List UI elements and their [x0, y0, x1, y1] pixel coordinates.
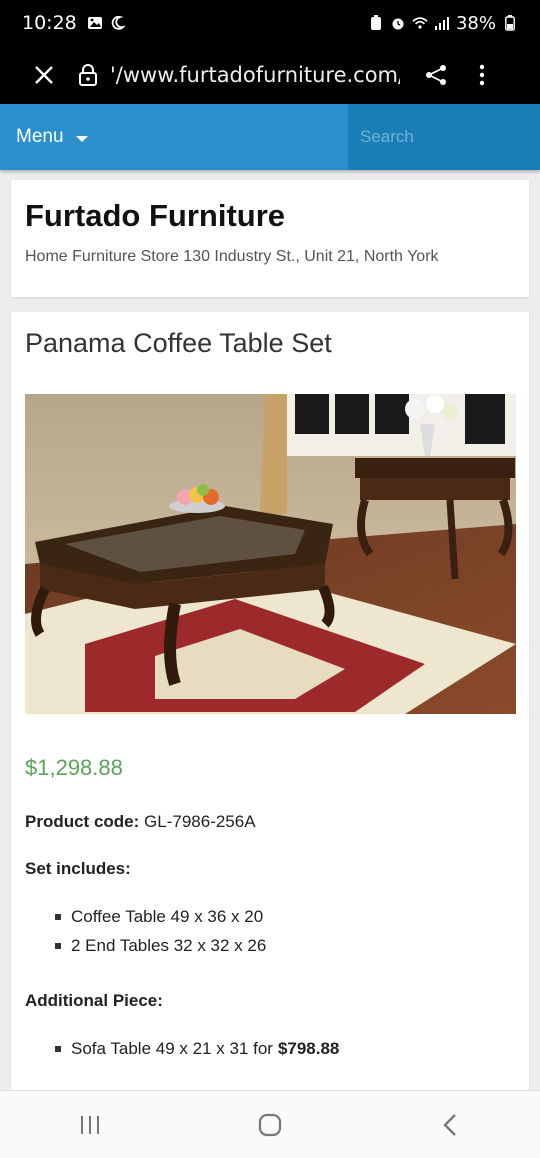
- list-item-text: Sofa Table 49 x 21 x 31 for: [71, 1038, 273, 1058]
- bullet-icon: [55, 942, 61, 949]
- product-title: Panama Coffee Table Set: [25, 328, 332, 358]
- product-code-label: Product code:: [25, 812, 140, 831]
- menu-button[interactable]: Menu: [0, 104, 348, 170]
- bullet-icon: [55, 1045, 61, 1052]
- wifi-icon: [412, 15, 428, 31]
- additional-item-price: $798.88: [277, 1038, 340, 1058]
- moon-icon: [109, 15, 125, 31]
- site-header-card: Furtado Furniture Home Furniture Store 1…: [11, 180, 529, 297]
- battery-percent: 38%: [455, 12, 496, 34]
- signal-icon: [434, 15, 450, 31]
- status-time: 10:28: [22, 12, 77, 34]
- share-icon[interactable]: [422, 63, 450, 87]
- search-box[interactable]: [348, 104, 540, 170]
- battery-saver-icon: [368, 15, 384, 31]
- back-icon[interactable]: [420, 1100, 480, 1150]
- image-icon: [87, 15, 103, 31]
- product-image[interactable]: [25, 394, 516, 714]
- list-item: 2 End Tables 32 x 32 x 26: [55, 931, 266, 960]
- more-icon[interactable]: [472, 63, 492, 87]
- list-item-text: 2 End Tables 32 x 32 x 26: [71, 935, 267, 955]
- bullet-icon: [55, 913, 61, 920]
- recents-icon[interactable]: [60, 1100, 120, 1150]
- caret-down-icon: [75, 135, 88, 142]
- product-code-value: GL-7986-256A: [144, 812, 256, 831]
- product-price: $1,298.88: [25, 755, 123, 780]
- product-card: Panama Coffee Table Set $1,298.88 Produc…: [11, 312, 529, 1102]
- lock-icon[interactable]: [76, 63, 100, 87]
- alarm-icon: [390, 15, 406, 31]
- close-icon[interactable]: [28, 64, 60, 86]
- product-code: Product code: GL-7986-256A: [25, 812, 256, 832]
- site-title[interactable]: Furtado Furniture: [25, 198, 515, 234]
- list-item-text: Coffee Table 49 x 36 x 20: [71, 906, 264, 926]
- battery-icon: [502, 15, 518, 31]
- home-icon[interactable]: [240, 1100, 300, 1150]
- status-bar: 10:28 38%: [0, 0, 540, 46]
- site-subtitle: Home Furniture Store 130 Industry St., U…: [25, 248, 439, 265]
- additional-piece-label: Additional Piece:: [25, 991, 163, 1010]
- menu-label: Menu: [16, 126, 64, 147]
- search-input[interactable]: [360, 127, 530, 147]
- list-item: Coffee Table 49 x 36 x 20: [55, 902, 266, 931]
- url-text[interactable]: '/www.furtadofurniture.com/p: [110, 63, 400, 87]
- browser-toolbar: '/www.furtadofurniture.com/p: [0, 46, 540, 104]
- additional-piece-list: Sofa Table 49 x 21 x 31 for $798.88: [55, 1034, 339, 1063]
- set-includes-list: Coffee Table 49 x 36 x 20 2 End Tables 3…: [55, 902, 266, 960]
- set-includes-label: Set includes:: [25, 859, 131, 878]
- system-nav-bar: [0, 1090, 540, 1158]
- site-nav: Menu: [0, 104, 540, 170]
- list-item: Sofa Table 49 x 21 x 31 for $798.88: [55, 1034, 339, 1063]
